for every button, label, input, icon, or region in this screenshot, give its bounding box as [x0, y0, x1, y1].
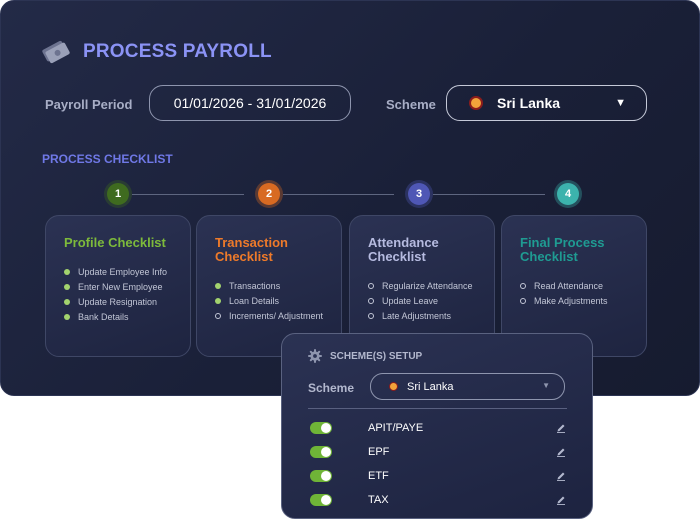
checklist-item[interactable]: Read Attendance — [520, 278, 646, 293]
card-title: Transaction Checklist — [215, 235, 288, 264]
checklist-item[interactable]: Bank Details — [64, 309, 190, 324]
edit-pencil-icon[interactable] — [556, 447, 566, 457]
divider — [308, 408, 567, 409]
checklist-item[interactable]: Late Adjustments — [368, 308, 494, 323]
checklist-item[interactable]: Update Leave — [368, 293, 494, 308]
step-1-indicator: 1 — [107, 183, 129, 205]
step-4-indicator: 4 — [557, 183, 579, 205]
scheme-component-row: TAX — [310, 490, 566, 510]
enable-toggle[interactable] — [310, 446, 332, 458]
completed-dot-icon — [215, 297, 221, 304]
checklist-item-label: Enter New Employee — [78, 281, 163, 292]
checklist-item-label: Transactions — [229, 280, 281, 291]
step-3-indicator: 3 — [408, 183, 430, 205]
checklist-item[interactable]: Regularize Attendance — [368, 278, 494, 293]
checklist-item-label: Make Adjustments — [534, 295, 608, 306]
edit-pencil-icon[interactable] — [556, 471, 566, 481]
step-2-indicator: 2 — [258, 183, 280, 205]
step-connector — [433, 194, 545, 195]
page-title: PROCESS PAYROLL — [83, 41, 272, 62]
step-number: 3 — [415, 188, 423, 200]
component-label: EPF — [368, 446, 390, 458]
enable-toggle[interactable] — [310, 422, 332, 434]
card-title: Attendance Checklist — [368, 235, 439, 264]
completed-dot-icon — [64, 313, 70, 320]
checklist-item[interactable]: Increments/ Adjustment — [215, 308, 341, 323]
completed-dot-icon — [64, 283, 70, 290]
scheme-setup-header: SCHEME(S) SETUP — [308, 349, 422, 363]
scheme-label: Scheme — [386, 97, 436, 112]
checklist-item-label: Read Attendance — [534, 280, 604, 291]
setup-scheme-dropdown[interactable]: Sri Lanka ▼ — [370, 373, 565, 400]
completed-dot-icon — [64, 268, 70, 275]
caret-down-icon: ▼ — [615, 97, 626, 109]
scheme-component-row: APIT/PAYE — [310, 418, 566, 438]
enable-toggle[interactable] — [310, 494, 332, 506]
checklist-item[interactable]: Transactions — [215, 278, 341, 293]
scheme-setup-panel: SCHEME(S) SETUP Scheme Sri Lanka ▼ APIT/… — [281, 333, 593, 519]
checklist-item[interactable]: Loan Details — [215, 293, 341, 308]
checklist-item-label: Update Leave — [382, 295, 439, 306]
component-label: TAX — [368, 494, 389, 506]
enable-toggle[interactable] — [310, 470, 332, 482]
scheme-selected-value: Sri Lanka — [497, 95, 561, 111]
pending-circle-icon — [368, 297, 374, 304]
gear-icon — [308, 349, 322, 363]
pending-circle-icon — [215, 312, 221, 319]
scheme-setup-title: SCHEME(S) SETUP — [330, 350, 423, 362]
checklist-item-label: Bank Details — [78, 311, 129, 322]
step-number: 4 — [564, 188, 572, 200]
card-title: Final Process Checklist — [520, 235, 605, 264]
process-checklist-heading: PROCESS CHECKLIST — [42, 152, 173, 166]
card-title: Profile Checklist — [64, 235, 166, 250]
component-label: ETF — [368, 470, 389, 482]
edit-pencil-icon[interactable] — [556, 495, 566, 505]
setup-scheme-label: Scheme — [308, 381, 355, 395]
completed-dot-icon — [64, 298, 70, 305]
component-label: APIT/PAYE — [368, 422, 424, 434]
step-connector — [283, 194, 394, 195]
pending-circle-icon — [368, 282, 374, 289]
completed-dot-icon — [215, 282, 221, 289]
checklist-item-label: Update Employee Info — [78, 266, 168, 277]
sri-lanka-flag-icon — [469, 96, 483, 110]
step-connector — [132, 194, 244, 195]
checklist-item[interactable]: Update Employee Info — [64, 264, 190, 279]
step-number: 2 — [265, 188, 273, 200]
scheme-component-row: ETF — [310, 466, 566, 486]
checklist-item[interactable]: Update Resignation — [64, 294, 190, 309]
checklist-item[interactable]: Enter New Employee — [64, 279, 190, 294]
pending-circle-icon — [520, 282, 526, 289]
checklist-items: Read Attendance Make Adjustments — [520, 278, 646, 308]
checklist-items: Transactions Loan Details Increments/ Adju… — [215, 278, 341, 323]
checklist-item-label: Update Resignation — [78, 296, 158, 307]
profile-checklist-card[interactable]: Profile Checklist Update Employee Info En… — [45, 215, 191, 357]
payroll-period-field[interactable]: 01/01/2026 - 31/01/2026 — [149, 85, 351, 121]
checklist-item-label: Loan Details — [229, 295, 280, 306]
page-header: PROCESS PAYROLL — [41, 37, 272, 67]
checklist-items: Regularize Attendance Update Leave Late Ad… — [368, 278, 494, 323]
scheme-dropdown[interactable]: Sri Lanka ▼ — [446, 85, 647, 121]
payroll-period-value: 01/01/2026 - 31/01/2026 — [173, 95, 327, 111]
checklist-item-label: Late Adjustments — [382, 310, 452, 321]
checklist-item-label: Regularize Attendance — [382, 280, 473, 291]
payroll-period-label: Payroll Period — [45, 97, 133, 112]
checklist-items: Update Employee Info Enter New Employee Up… — [64, 264, 190, 324]
edit-pencil-icon[interactable] — [556, 423, 566, 433]
checklist-item-label: Increments/ Adjustment — [229, 310, 324, 321]
checklist-item[interactable]: Make Adjustments — [520, 293, 646, 308]
scheme-component-row: EPF — [310, 442, 566, 462]
setup-scheme-value: Sri Lanka — [407, 380, 454, 393]
sri-lanka-flag-icon — [389, 382, 398, 391]
pending-circle-icon — [520, 297, 526, 304]
money-icon — [42, 40, 70, 64]
step-number: 1 — [114, 188, 122, 200]
pending-circle-icon — [368, 312, 374, 319]
caret-down-icon: ▼ — [542, 381, 550, 390]
